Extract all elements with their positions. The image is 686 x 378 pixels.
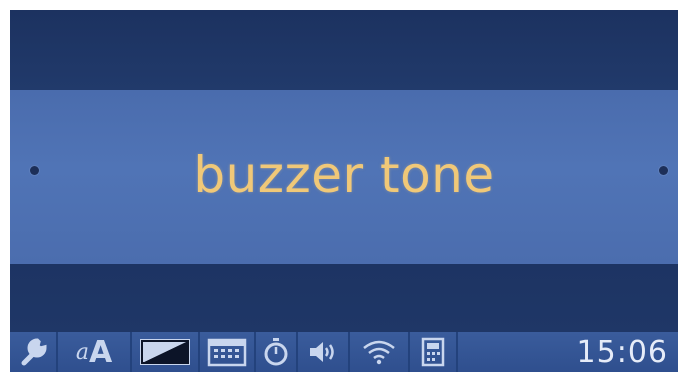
selected-menu-item[interactable]: buzzer tone — [10, 90, 678, 264]
font-small-glyph: a — [75, 339, 89, 365]
stopwatch-icon[interactable] — [256, 332, 298, 372]
status-bar: a A 15:06 — [10, 332, 678, 372]
font-big-glyph: A — [88, 334, 113, 370]
calendar-icon[interactable] — [200, 332, 256, 372]
wrench-icon[interactable] — [10, 332, 58, 372]
wifi-icon[interactable] — [350, 332, 410, 372]
clock-time: 15:06 — [576, 334, 668, 370]
phone-book-icon[interactable] — [410, 332, 458, 372]
scroll-left-indicator — [30, 166, 39, 175]
font-size-icon[interactable]: a A — [58, 332, 132, 372]
volume-icon[interactable] — [298, 332, 350, 372]
previous-item-area — [10, 10, 678, 90]
display-screen: buzzer tone a A 15:06 — [10, 10, 678, 372]
menu-item-label: buzzer tone — [193, 146, 495, 204]
contrast-icon[interactable] — [132, 332, 200, 372]
scroll-right-indicator — [659, 166, 668, 175]
next-item-area — [10, 264, 678, 332]
